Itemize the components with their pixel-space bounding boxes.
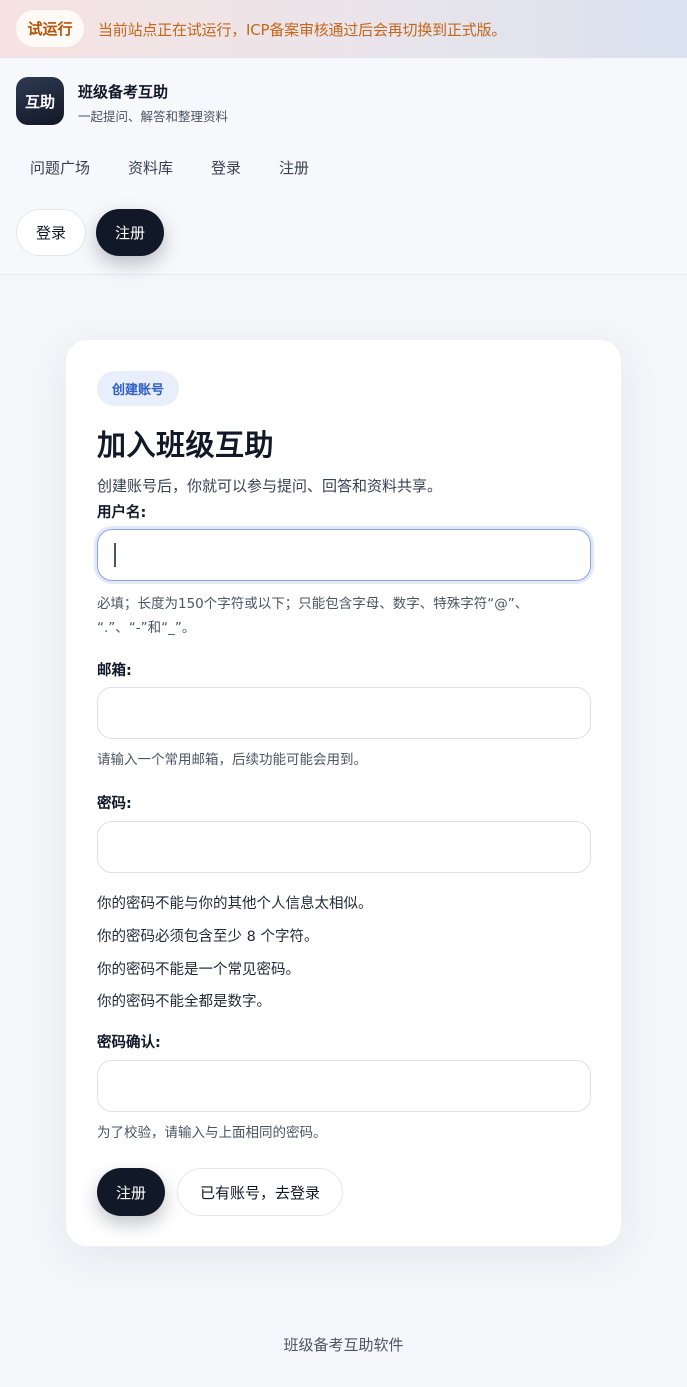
email-input[interactable] [97, 687, 591, 739]
site-footer: 班级备考互助软件 [283, 1336, 404, 1354]
header-login-button[interactable]: 登录 [16, 209, 86, 256]
register-submit-button[interactable]: 注册 [97, 1168, 165, 1216]
password-confirm-input[interactable] [97, 1060, 591, 1112]
username-label: 用户名: [97, 505, 147, 521]
password-rule: 你的密码必须包含至少 8 个字符。 [97, 929, 319, 945]
password-confirm-label: 密码确认: [97, 1035, 161, 1051]
go-login-button[interactable]: 已有账号，去登录 [177, 1168, 343, 1216]
password-rule: 你的密码不能是一个常见密码。 [97, 962, 300, 978]
username-help-line: 必填；长度为150个字符或以下；只能包含字母、数字、特殊字符“@”、 [97, 596, 529, 612]
page-description: 创建账号后，你就可以参与提问、回答和资料共享。 [97, 477, 443, 495]
username-input[interactable] [97, 529, 591, 581]
nav-questions[interactable]: 问题广场 [30, 157, 90, 178]
page-title: 加入班级互助 [97, 428, 275, 462]
header-register-button[interactable]: 注册 [96, 209, 164, 256]
site-header: 互助 班级备考互助 一起提问、解答和整理资料 问题广场 资料库 登录 注册 登录… [0, 59, 687, 275]
trial-notice-text: 当前站点正在试运行，ICP备案审核通过后会再切换到正式版。 [98, 21, 507, 39]
password-input[interactable] [97, 821, 591, 873]
text-cursor [114, 543, 116, 567]
password-rule: 你的密码不能与你的其他个人信息太相似。 [97, 896, 373, 912]
trial-banner: 试运行 当前站点正在试运行，ICP备案审核通过后会再切换到正式版。 [0, 0, 687, 58]
email-help: 请输入一个常用邮箱，后续功能可能会用到。 [97, 752, 367, 768]
site-title[interactable]: 班级备考互助 [78, 81, 168, 102]
nav-login[interactable]: 登录 [211, 157, 241, 178]
register-card: 创建账号 加入班级互助 创建账号后，你就可以参与提问、回答和资料共享。 用户名:… [65, 339, 622, 1247]
password-label: 密码: [97, 796, 132, 812]
create-account-tag: 创建账号 [97, 371, 179, 406]
nav-register[interactable]: 注册 [279, 157, 309, 178]
trial-badge: 试运行 [16, 10, 84, 47]
password-confirm-help: 为了校验，请输入与上面相同的密码。 [97, 1125, 327, 1141]
site-logo[interactable]: 互助 [16, 77, 64, 125]
main-nav: 问题广场 资料库 登录 注册 [30, 157, 347, 178]
nav-library[interactable]: 资料库 [128, 157, 173, 178]
email-label: 邮箱: [97, 663, 132, 679]
username-help: 必填；长度为150个字符或以下；只能包含字母、数字、特殊字符“@”、 “.”、“… [97, 592, 591, 640]
site-subtitle: 一起提问、解答和整理资料 [78, 109, 229, 124]
password-rule: 你的密码不能全都是数字。 [97, 994, 271, 1010]
username-help-line: “.”、“-”和“_”。 [97, 620, 196, 636]
